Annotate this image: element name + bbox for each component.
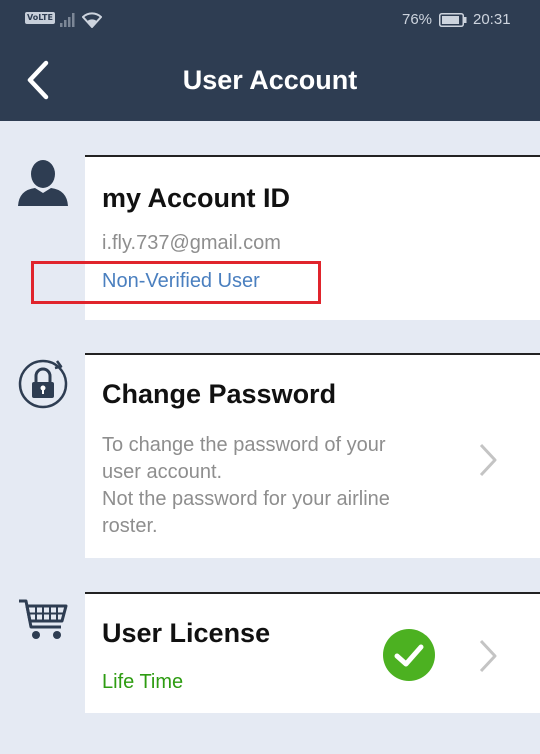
verified-check-icon — [383, 629, 435, 681]
change-password-description-2: user account. — [102, 461, 223, 483]
change-password-description-4: roster. — [102, 515, 158, 537]
account-email: i.fly.737@gmail.com — [102, 232, 281, 254]
cart-icon — [19, 599, 68, 639]
battery-icon — [439, 13, 467, 27]
battery-percent: 76% — [402, 11, 433, 28]
account-title: my Account ID — [102, 183, 291, 213]
change-password-description-3: Not the password for your airline — [102, 488, 390, 510]
wifi-icon — [82, 12, 102, 28]
status-bar: VoLTE 76% 20:31 — [0, 0, 540, 40]
change-password-card[interactable]: Change Password To change the password o… — [85, 353, 540, 558]
page-title: User Account — [182, 65, 358, 95]
change-password-description-1: To change the password of your — [102, 434, 386, 456]
clock: 20:31 — [473, 11, 511, 28]
lock-refresh-icon — [18, 359, 68, 409]
chevron-right-icon — [479, 443, 497, 477]
license-title: User License — [102, 618, 271, 648]
change-password-title: Change Password — [102, 379, 337, 409]
volte-badge: VoLTE — [25, 12, 55, 24]
user-icon — [18, 160, 68, 206]
app-header: VoLTE 76% 20:31 User Account — [0, 0, 540, 121]
signal-icon — [60, 13, 75, 27]
highlight-box — [31, 261, 321, 304]
chevron-right-icon — [479, 639, 497, 673]
license-card[interactable]: User License Life Time — [85, 592, 540, 713]
license-value: Life Time — [102, 671, 184, 693]
